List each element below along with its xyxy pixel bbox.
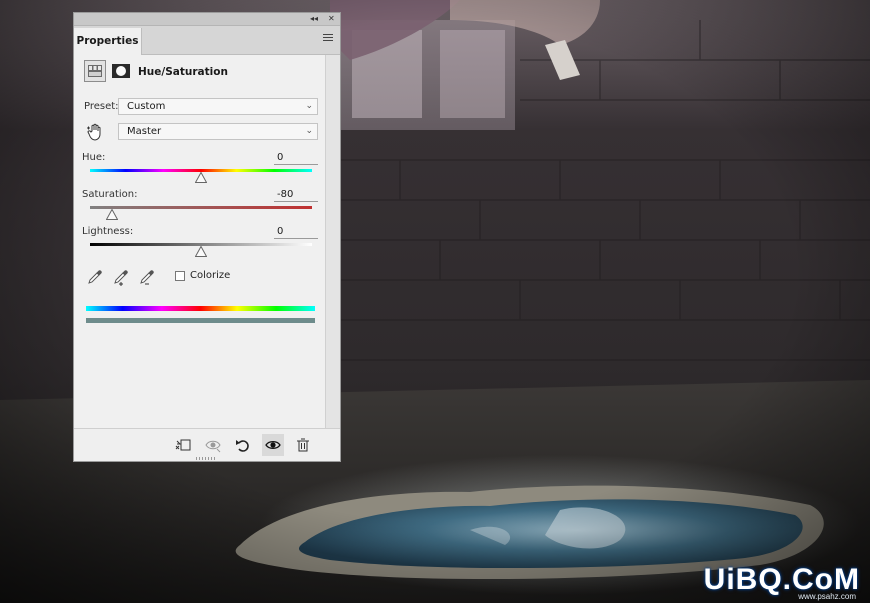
watermark-url: www.psahz.com [798,592,856,601]
hand-scrubby-icon[interactable] [86,122,106,142]
panel-scrollbar[interactable] [325,55,340,430]
close-icon[interactable]: ✕ [328,13,335,25]
output-color-bar [86,318,315,323]
hamburger-menu-icon[interactable] [323,34,333,43]
preset-value: Custom [127,101,166,112]
eyedropper-minus-icon[interactable] [138,268,156,286]
double-chevron-left-icon[interactable]: ◂◂ [310,13,318,25]
tab-properties[interactable]: Properties [74,28,142,55]
panel-titlebar[interactable]: ◂◂ ✕ [74,13,340,26]
hue-saturation-layer-icon[interactable] [84,60,106,82]
clip-to-layer-icon[interactable] [172,434,194,456]
preset-select[interactable]: Custom ⌄ [118,98,318,115]
lightness-value-field[interactable]: 0 [274,225,318,239]
colorize-label: Colorize [190,270,231,281]
reset-icon[interactable] [232,434,254,456]
saturation-label: Saturation: [82,189,138,200]
input-color-bar [86,306,315,311]
eyedropper-plus-icon[interactable] [112,268,130,286]
eyedropper-icon[interactable] [86,268,104,286]
panel-footer [74,428,340,461]
preset-label: Preset: [84,101,119,112]
panel-tab-row: Properties [74,26,340,55]
hue-value-field[interactable]: 0 [274,151,318,165]
view-previous-state-icon[interactable] [202,434,224,456]
saturation-slider-track[interactable] [90,206,312,209]
colorize-checkbox[interactable] [175,271,185,281]
lightness-label: Lightness: [82,226,134,237]
adjustment-title: Hue/Saturation [138,66,228,78]
trash-icon[interactable] [292,434,314,456]
layer-mask-icon[interactable] [110,60,132,82]
channel-value: Master [127,126,162,137]
channel-select[interactable]: Master ⌄ [118,123,318,140]
chevron-down-icon: ⌄ [305,126,313,136]
hue-label: Hue: [82,152,106,163]
properties-panel: ◂◂ ✕ Properties Hue/Saturation Preset: C… [73,12,341,462]
saturation-value-field[interactable]: -80 [274,188,318,202]
panel-resize-grip[interactable] [196,457,216,460]
visibility-eye-icon[interactable] [262,434,284,456]
chevron-down-icon: ⌄ [305,101,313,111]
